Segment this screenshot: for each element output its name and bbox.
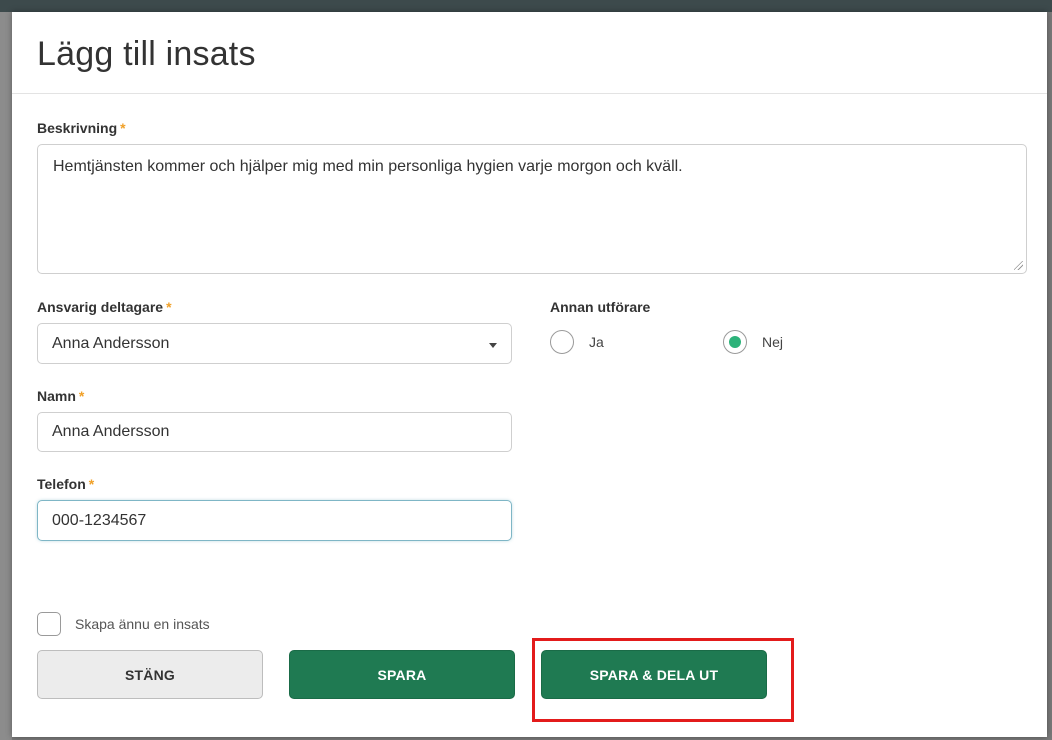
beskrivning-label-text: Beskrivning [37, 120, 118, 136]
save-button[interactable]: SPARA [289, 650, 515, 699]
required-marker: * [166, 299, 172, 315]
skapa-annu-checkbox[interactable] [37, 612, 61, 636]
ansvarig-deltagare-select[interactable]: Anna Andersson [37, 323, 512, 364]
radio-nej-label: Nej [762, 334, 784, 350]
backdrop-header [0, 0, 1052, 12]
ansvarig-deltagare-label: Ansvarig deltagare * [37, 299, 172, 315]
ansvarig-deltagare-label-text: Ansvarig deltagare [37, 299, 164, 315]
modal-title: Lägg till insats [37, 35, 256, 73]
ansvarig-deltagare-selected: Anna Andersson [52, 335, 170, 352]
telefon-label: Telefon * [37, 476, 94, 492]
beskrivning-label: Beskrivning * [37, 120, 126, 136]
skapa-annu-label: Skapa ännu en insats [75, 616, 210, 632]
namn-input[interactable] [37, 412, 512, 452]
beskrivning-textarea[interactable] [37, 144, 1027, 274]
radio-ja-circle[interactable] [550, 330, 574, 354]
required-marker: * [88, 476, 95, 492]
radio-ja-label: Ja [589, 334, 604, 350]
namn-label-text: Namn [37, 388, 76, 404]
backdrop-left [0, 12, 12, 740]
add-insats-modal: Lägg till insats Beskrivning* Ansvarig d… [12, 12, 1047, 737]
required-marker: * [78, 388, 85, 404]
namn-label: Namn * [37, 388, 84, 404]
radio-nej-circle[interactable] [723, 330, 747, 354]
highlight-annotation [532, 638, 794, 722]
radio-nej[interactable]: Nej [723, 330, 783, 354]
chevron-down-icon [489, 343, 497, 348]
close-button[interactable]: STÄNG [37, 650, 263, 699]
telefon-label-text: Telefon [37, 476, 86, 492]
annan-utforare-label: Annan utförare [550, 299, 651, 315]
modal-header: Lägg till insats [12, 12, 1047, 94]
resize-handle-icon[interactable] [1014, 261, 1023, 270]
telefon-input[interactable] [37, 500, 512, 541]
required-marker: * [120, 120, 126, 136]
skapa-annu-checkbox-row[interactable]: Skapa ännu en insats [37, 612, 210, 636]
radio-ja[interactable]: Ja [550, 330, 604, 354]
